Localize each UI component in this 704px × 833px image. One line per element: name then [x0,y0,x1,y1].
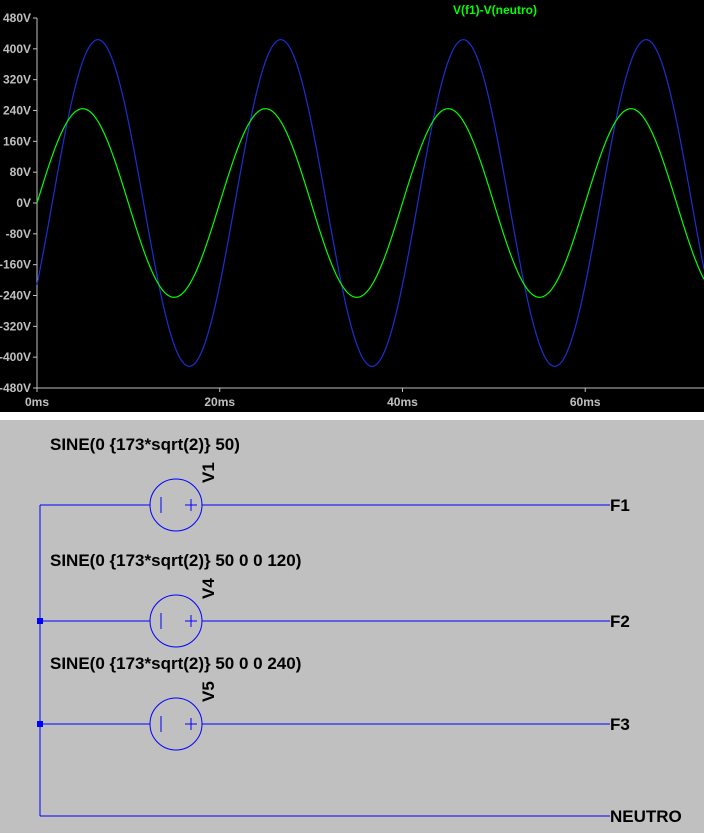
voltage-source-v5[interactable]: V5 [149,681,218,751]
trace-green[interactable] [36,108,704,298]
source-expression-label[interactable]: SINE(0 {173*sqrt(2)} 50) [50,435,240,454]
y-tick-label: -400V [0,350,31,364]
x-tick-label: 40ms [387,395,418,409]
y-tick-label: -80V [6,227,31,241]
voltage-sources: V1 SINE(0 {173*sqrt(2)} 50) V4 SINE(0 {173*… [50,435,301,751]
y-axis: 480V 400V 320V 240V 160V 80V 0V -80V -160V -240V -… [0,11,38,395]
x-axis: 0ms 20ms 40ms 60ms [25,387,704,409]
net-label-neutro[interactable]: NEUTRO [610,807,682,826]
voltage-source-v4[interactable]: V4 [149,578,218,648]
source-name-label[interactable]: V5 [199,681,218,702]
y-tick-label: 80V [10,165,31,179]
waveform-chart[interactable]: 480V 400V 320V 240V 160V 80V 0V -80V -160V -240V -… [0,0,704,412]
y-tick-label: 320V [3,73,31,87]
y-tick-label: 0V [16,196,31,210]
y-tick-label: -320V [0,319,31,333]
traces [36,39,704,367]
source-name-label[interactable]: V4 [199,578,218,599]
pane-separator[interactable] [0,412,704,420]
source-expression-label[interactable]: SINE(0 {173*sqrt(2)} 50 0 0 240) [50,654,301,673]
source-name-label[interactable]: V1 [199,462,218,483]
net-label-f3[interactable]: F3 [610,715,630,734]
y-tick-label: -480V [0,381,31,395]
source-expression-label[interactable]: SINE(0 {173*sqrt(2)} 50 0 0 120) [50,551,301,570]
y-tick-label: 400V [3,42,31,56]
trace-blue[interactable] [36,39,704,367]
junction-dot [37,618,43,624]
schematic-pane[interactable]: NEUTRO F1 F2 F3 V1 SINE(0 {173*sqrt(2)} 50) V… [0,420,704,833]
x-tick-label: 20ms [204,395,235,409]
net-label-f1[interactable]: F1 [610,496,630,515]
net-label-f2[interactable]: F2 [610,612,630,631]
x-tick-label: 60ms [570,395,601,409]
trace-label[interactable]: V(f1)-V(neutro) [453,3,537,17]
junction-dot [37,721,43,727]
y-tick-label: 480V [3,11,31,25]
schematic-canvas[interactable]: NEUTROF1F2F3 V1SINE(0 {173*sqrt(2)} 50)V… [0,420,704,833]
voltage-source-v1[interactable]: V1 [149,462,218,532]
x-tick-label: 0ms [25,395,49,409]
y-tick-label: -240V [0,289,31,303]
y-tick-label: -160V [0,258,31,272]
y-tick-label: 240V [3,104,31,118]
waveform-plot-pane[interactable]: 480V 400V 320V 240V 160V 80V 0V -80V -160V -240V -… [0,0,704,412]
y-tick-label: 160V [3,134,31,148]
